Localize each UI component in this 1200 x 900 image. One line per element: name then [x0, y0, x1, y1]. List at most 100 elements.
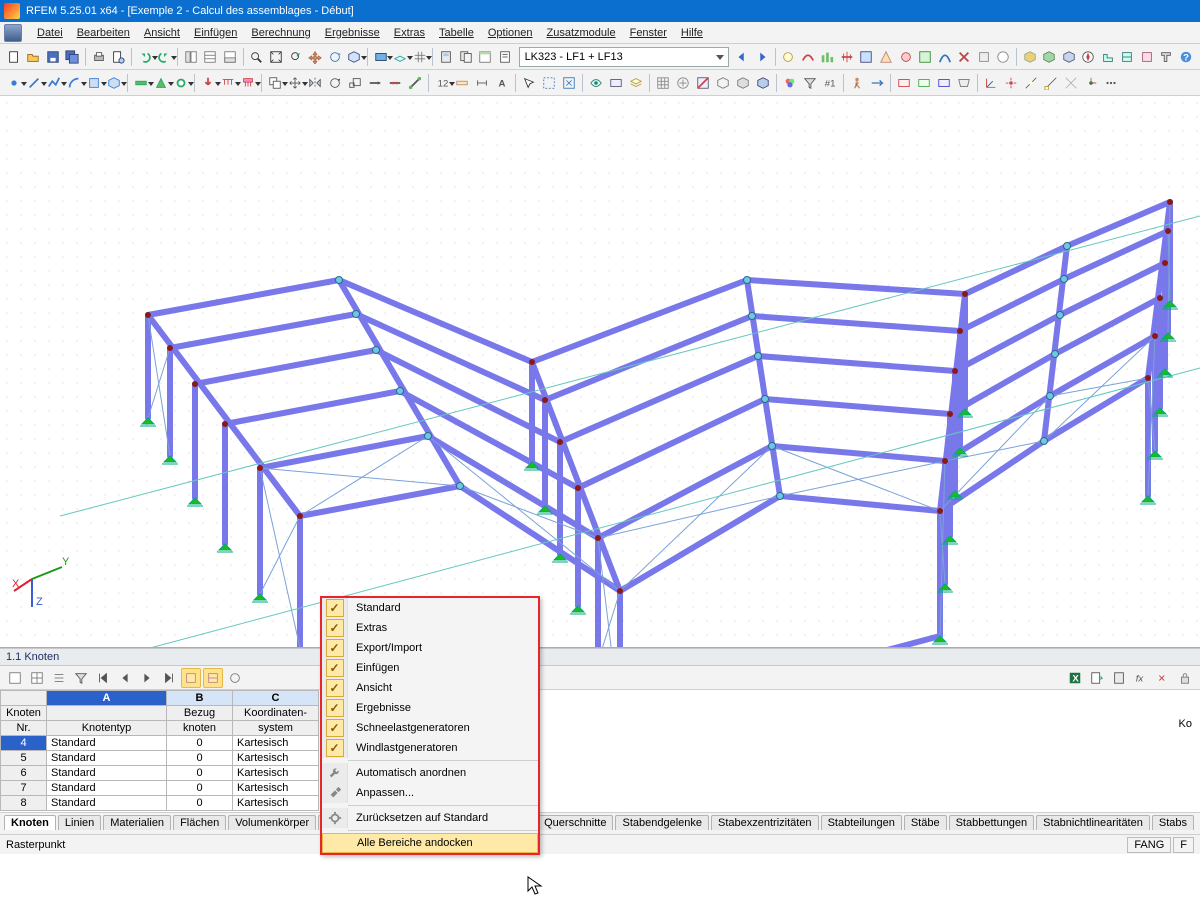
- result-8-icon[interactable]: [955, 48, 973, 66]
- undo-icon[interactable]: [136, 48, 154, 66]
- render-1-icon[interactable]: [714, 74, 732, 92]
- ctx-schnee[interactable]: ✓Schneelastgeneratoren: [322, 718, 538, 738]
- table-row[interactable]: 6Standard0Kartesisch: [1, 766, 319, 781]
- menu-tabelle[interactable]: Tabelle: [439, 27, 474, 39]
- table-first-icon[interactable]: [93, 668, 113, 688]
- ortho-z-icon[interactable]: [935, 74, 953, 92]
- col-header-c[interactable]: C: [233, 691, 319, 706]
- menu-zusatzmodule[interactable]: Zusatzmodule: [547, 27, 616, 39]
- divide-tool-icon[interactable]: [386, 74, 404, 92]
- result-4-icon[interactable]: [877, 48, 895, 66]
- new-file-icon[interactable]: [5, 48, 23, 66]
- navigator-icon[interactable]: [182, 48, 200, 66]
- report-icon[interactable]: [496, 48, 514, 66]
- zoom-window-icon[interactable]: [248, 48, 266, 66]
- ortho-y-icon[interactable]: [915, 74, 933, 92]
- hinge-icon[interactable]: [172, 74, 190, 92]
- ctx-wind[interactable]: ✓Windlastgeneratoren: [322, 738, 538, 758]
- redo-icon[interactable]: [156, 48, 174, 66]
- snap-end-icon[interactable]: [1042, 74, 1060, 92]
- menu-hilfe[interactable]: Hilfe: [681, 27, 703, 39]
- table-last-icon[interactable]: [159, 668, 179, 688]
- status-fang[interactable]: FANG: [1127, 837, 1171, 853]
- clip-plane-icon[interactable]: [694, 74, 712, 92]
- zoom-prev-icon[interactable]: [287, 48, 305, 66]
- arc-icon[interactable]: [65, 74, 83, 92]
- data-grid[interactable]: A B C Knoten Bezug Koordinaten- Nr. Knot…: [0, 690, 1200, 812]
- load-surface-icon[interactable]: [239, 74, 257, 92]
- layers-icon[interactable]: [627, 74, 645, 92]
- table-export-icon[interactable]: [1087, 668, 1107, 688]
- render-2-icon[interactable]: [734, 74, 752, 92]
- table-lock-icon[interactable]: [1175, 668, 1195, 688]
- save-icon[interactable]: [44, 48, 62, 66]
- visibility-2-icon[interactable]: [607, 74, 625, 92]
- shape-1-icon[interactable]: [1099, 48, 1117, 66]
- cube-3-icon[interactable]: [1060, 48, 1078, 66]
- tab-staebe[interactable]: Stäbe: [904, 815, 947, 830]
- menu-bearbeiten[interactable]: Bearbeiten: [77, 27, 130, 39]
- connect-tool-icon[interactable]: [406, 74, 424, 92]
- result-9-icon[interactable]: [975, 48, 993, 66]
- save-all-icon[interactable]: [64, 48, 82, 66]
- next-lc-icon[interactable]: [753, 48, 771, 66]
- compass-icon[interactable]: [1080, 48, 1098, 66]
- tab-querschnitte[interactable]: Querschnitte: [537, 815, 613, 830]
- table-toggle-2-icon[interactable]: [203, 668, 223, 688]
- result-5-icon[interactable]: [897, 48, 915, 66]
- table-toggle-1-icon[interactable]: [181, 668, 201, 688]
- shape-2-icon[interactable]: [1119, 48, 1137, 66]
- results-table-icon[interactable]: [477, 48, 495, 66]
- numbering-icon[interactable]: #1: [821, 74, 839, 92]
- tab-stabs[interactable]: Stabs: [1152, 815, 1194, 830]
- local-cs-icon[interactable]: [1082, 74, 1100, 92]
- table-calc-icon[interactable]: [1109, 668, 1129, 688]
- toolbar-more-icon[interactable]: [1102, 74, 1120, 92]
- tab-materialien[interactable]: Materialien: [103, 815, 171, 830]
- axis-icon[interactable]: [982, 74, 1000, 92]
- tab-knoten[interactable]: Knoten: [4, 815, 56, 830]
- menu-bar[interactable]: Datei Bearbeiten Ansicht Einfügen Berech…: [0, 22, 1200, 44]
- section-icon[interactable]: [1158, 48, 1176, 66]
- zoom-all-icon[interactable]: [267, 48, 285, 66]
- menu-datei[interactable]: Datei: [37, 27, 63, 39]
- menu-extras[interactable]: Extras: [394, 27, 425, 39]
- ctx-standard[interactable]: ✓Standard: [322, 598, 538, 618]
- select-window-icon[interactable]: [540, 74, 558, 92]
- visibility-1-icon[interactable]: [587, 74, 605, 92]
- table-clear-icon[interactable]: ✕: [1153, 668, 1173, 688]
- ctx-ergebnisse[interactable]: ✓Ergebnisse: [322, 698, 538, 718]
- result-toggle-icon[interactable]: [780, 48, 798, 66]
- guides-icon[interactable]: [1062, 74, 1080, 92]
- walk-icon[interactable]: [848, 74, 866, 92]
- ctx-extras[interactable]: ✓Extras: [322, 618, 538, 638]
- col-header-a[interactable]: A: [47, 691, 167, 706]
- fe-refine-icon[interactable]: [674, 74, 692, 92]
- fe-mesh-icon[interactable]: [654, 74, 672, 92]
- system-menu-icon[interactable]: [4, 24, 22, 42]
- scale-tool-icon[interactable]: [346, 74, 364, 92]
- dimension-icon[interactable]: [473, 74, 491, 92]
- filter-icon[interactable]: [801, 74, 819, 92]
- measure-icon[interactable]: [453, 74, 471, 92]
- table-new-icon[interactable]: [5, 668, 25, 688]
- line-icon[interactable]: [25, 74, 43, 92]
- bottom-tabs[interactable]: Knoten Linien Materialien Flächen Volume…: [0, 812, 1200, 834]
- rotate-tool-icon[interactable]: [326, 74, 344, 92]
- prev-lc-icon[interactable]: [734, 48, 752, 66]
- fly-icon[interactable]: [868, 74, 886, 92]
- menu-berechnung[interactable]: Berechnung: [251, 27, 310, 39]
- menu-ergebnisse[interactable]: Ergebnisse: [325, 27, 380, 39]
- menu-einfuegen[interactable]: Einfügen: [194, 27, 237, 39]
- menu-fenster[interactable]: Fenster: [630, 27, 667, 39]
- tables-icon[interactable]: [202, 48, 220, 66]
- result-6-icon[interactable]: [916, 48, 934, 66]
- menu-ansicht[interactable]: Ansicht: [144, 27, 180, 39]
- grid-icon[interactable]: [411, 48, 429, 66]
- tab-stabendgelenke[interactable]: Stabendgelenke: [615, 815, 709, 830]
- result-7-icon[interactable]: [936, 48, 954, 66]
- member-icon[interactable]: [132, 74, 150, 92]
- render-3-icon[interactable]: [754, 74, 772, 92]
- polyline-icon[interactable]: [45, 74, 63, 92]
- table-list-icon[interactable]: [49, 668, 69, 688]
